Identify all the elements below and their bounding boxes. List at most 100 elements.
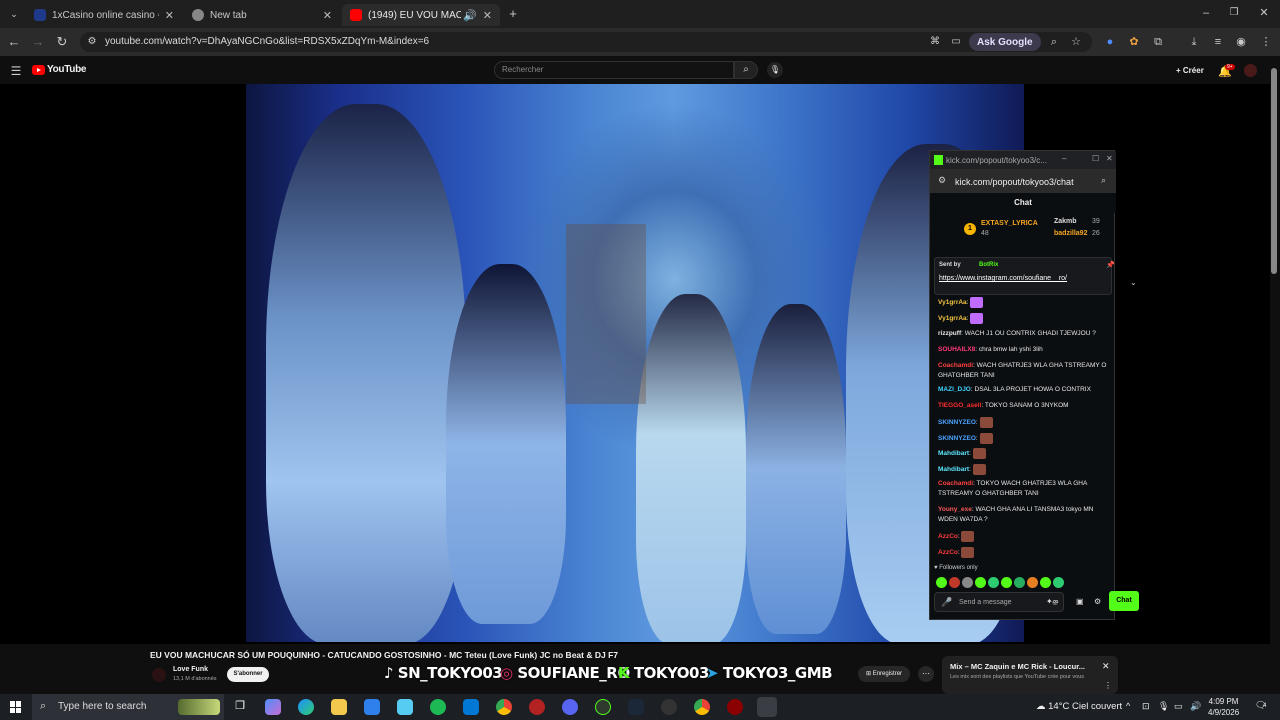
- restore-button[interactable]: ❐: [1226, 5, 1242, 21]
- popup-maximize-button[interactable]: ☐: [1092, 154, 1099, 163]
- popup-close-button[interactable]: ✕: [1106, 154, 1113, 163]
- chat-username[interactable]: Mahdibart: [938, 466, 969, 473]
- app-icon[interactable]: [397, 699, 413, 715]
- chat-username[interactable]: rizzpuff: [938, 330, 961, 337]
- zoom-icon[interactable]: ⌕: [1046, 34, 1062, 50]
- emote-icon[interactable]: [988, 577, 999, 588]
- reload-button[interactable]: ↻: [54, 34, 70, 50]
- forward-button[interactable]: →: [30, 34, 46, 50]
- chrome-icon[interactable]: [694, 699, 710, 715]
- extension-icon[interactable]: ✿: [1126, 34, 1142, 50]
- search-highlight-icon[interactable]: [178, 699, 220, 715]
- extensions-puzzle-icon[interactable]: ⧉: [1150, 34, 1166, 50]
- chrome-icon[interactable]: [496, 699, 512, 715]
- minimize-button[interactable]: –: [1198, 5, 1214, 21]
- steam-icon[interactable]: [628, 699, 644, 715]
- search-button[interactable]: ⌕: [734, 61, 758, 79]
- popup-zoom-icon[interactable]: ⌕: [1101, 175, 1106, 186]
- network-icon[interactable]: ⊡: [1142, 701, 1150, 712]
- popup-url[interactable]: kick.com/popout/tokyoo3/chat: [955, 177, 1074, 187]
- media-controls-icon[interactable]: ≡: [1210, 34, 1226, 50]
- subscribe-button[interactable]: S'abonner: [227, 667, 269, 682]
- leaderboard-top-user[interactable]: EXTASY_LYRICA: [981, 220, 1038, 227]
- emote-icon[interactable]: [1001, 577, 1012, 588]
- download-icon[interactable]: ⤓: [1186, 34, 1202, 50]
- site-settings-icon[interactable]: ⚙: [84, 34, 100, 50]
- emote-icon[interactable]: [949, 577, 960, 588]
- emote-icon[interactable]: [1053, 577, 1064, 588]
- extension-icon[interactable]: ●: [1102, 34, 1118, 50]
- leaderboard-user[interactable]: Zakmb: [1054, 218, 1077, 225]
- app-icon[interactable]: [595, 699, 611, 715]
- emote-icon[interactable]: [962, 577, 973, 588]
- taskbar-clock[interactable]: 4:09 PM 4/9/2026: [1208, 696, 1239, 718]
- edge-browser-icon[interactable]: [298, 699, 314, 715]
- close-tab-icon[interactable]: ✕: [165, 9, 174, 22]
- store-icon[interactable]: [364, 699, 380, 715]
- popup-minimize-button[interactable]: –: [1062, 154, 1066, 163]
- youtube-logo[interactable]: YouTube: [32, 64, 87, 75]
- chat-username[interactable]: Mahdibart: [938, 450, 969, 457]
- weather-widget[interactable]: ☁ 14°C Ciel couvert: [1036, 701, 1122, 712]
- chat-username[interactable]: AzzCo: [938, 533, 958, 540]
- chat-username[interactable]: Youny_exe: [938, 506, 972, 513]
- profile-avatar[interactable]: ◉: [1233, 34, 1249, 50]
- channel-avatar[interactable]: [152, 668, 166, 682]
- pin-icon[interactable]: 📌: [1106, 261, 1115, 269]
- microphone-tray-icon[interactable]: 🎙: [1158, 701, 1169, 712]
- chrome-active-icon[interactable]: [757, 697, 777, 717]
- spotify-icon[interactable]: [430, 699, 446, 715]
- pinned-sender[interactable]: BotRix: [979, 262, 998, 268]
- bookmark-star-icon[interactable]: ☆: [1068, 34, 1084, 50]
- url-text[interactable]: youtube.com/watch?v=DhAyaNGCnGo&list=RDS…: [105, 36, 429, 47]
- emote-icon[interactable]: [1027, 577, 1038, 588]
- search-input[interactable]: Rechercher: [494, 61, 734, 79]
- site-info-icon[interactable]: ⚙: [938, 175, 946, 186]
- emote-icon[interactable]: [1040, 577, 1051, 588]
- emote-icon[interactable]: [936, 577, 947, 588]
- chat-settings-gear-icon[interactable]: ⚙: [1094, 597, 1101, 606]
- video-player[interactable]: [246, 84, 1024, 642]
- emote-icon[interactable]: [975, 577, 986, 588]
- points-icon[interactable]: ✦∞: [1046, 597, 1058, 606]
- emote-icon[interactable]: [1014, 577, 1025, 588]
- tab-1xcasino[interactable]: 1xCasino online casino ⇒ Play c ✕: [26, 4, 182, 26]
- translate-icon[interactable]: ⌘: [927, 34, 943, 50]
- save-button[interactable]: ⊞ Enregistrer: [858, 666, 911, 682]
- battery-icon[interactable]: ▭: [1174, 701, 1183, 712]
- menu-kebab-icon[interactable]: ⋮: [1258, 34, 1274, 50]
- mix-playlist-panel[interactable]: Mix – MC Zaquin e MC Rick - Loucur... Le…: [942, 656, 1118, 694]
- close-tab-icon[interactable]: ✕: [323, 9, 332, 22]
- page-scrollbar[interactable]: [1271, 68, 1277, 274]
- tab-youtube-active[interactable]: (1949) EU VOU MACHUCAR 🔊 ✕: [342, 4, 500, 26]
- chat-username[interactable]: SKINNYZEO: [938, 419, 976, 426]
- chat-username[interactable]: MAZI_DJO: [938, 386, 971, 393]
- tab-new-tab[interactable]: New tab ✕: [184, 4, 340, 26]
- hamburger-menu-icon[interactable]: ☰: [8, 63, 24, 79]
- chat-username[interactable]: TIEGGO_asell: [938, 402, 981, 409]
- tab-search-chevron-icon[interactable]: ⌄: [6, 6, 22, 22]
- mix-menu-kebab-icon[interactable]: ⋮: [1104, 681, 1112, 690]
- tray-chevron-icon[interactable]: ^: [1126, 701, 1130, 711]
- mail-icon[interactable]: [463, 699, 479, 715]
- chevron-down-icon[interactable]: ⌄: [1130, 278, 1137, 287]
- close-window-button[interactable]: ✕: [1256, 5, 1272, 21]
- chat-username[interactable]: Vy1grrAa: [938, 299, 967, 306]
- task-view-icon[interactable]: ❐: [232, 699, 248, 715]
- speaker-icon[interactable]: 🔊: [463, 9, 477, 22]
- copilot-icon[interactable]: [265, 699, 281, 715]
- mix-title[interactable]: Mix – MC Zaquin e MC Rick - Loucur...: [950, 662, 1100, 671]
- pinned-link[interactable]: https://www.instagram.com/soufiane__ro/: [939, 275, 1067, 282]
- send-message-input[interactable]: 🎤 Send a message ☺: [934, 592, 1064, 612]
- chat-username[interactable]: Vy1grrAa: [938, 315, 967, 322]
- more-actions-icon[interactable]: ⋯: [918, 666, 934, 682]
- create-button[interactable]: + Créer: [1176, 66, 1204, 75]
- chat-username[interactable]: Coachamdi: [938, 362, 973, 369]
- file-explorer-icon[interactable]: [331, 699, 347, 715]
- discord-icon[interactable]: [562, 699, 578, 715]
- chat-username[interactable]: AzzCo: [938, 549, 958, 556]
- ask-google-button[interactable]: Ask Google: [969, 33, 1041, 51]
- chat-username[interactable]: SKINNYZEO: [938, 435, 976, 442]
- chat-send-button[interactable]: Chat: [1109, 591, 1139, 611]
- new-tab-button[interactable]: +: [505, 6, 521, 22]
